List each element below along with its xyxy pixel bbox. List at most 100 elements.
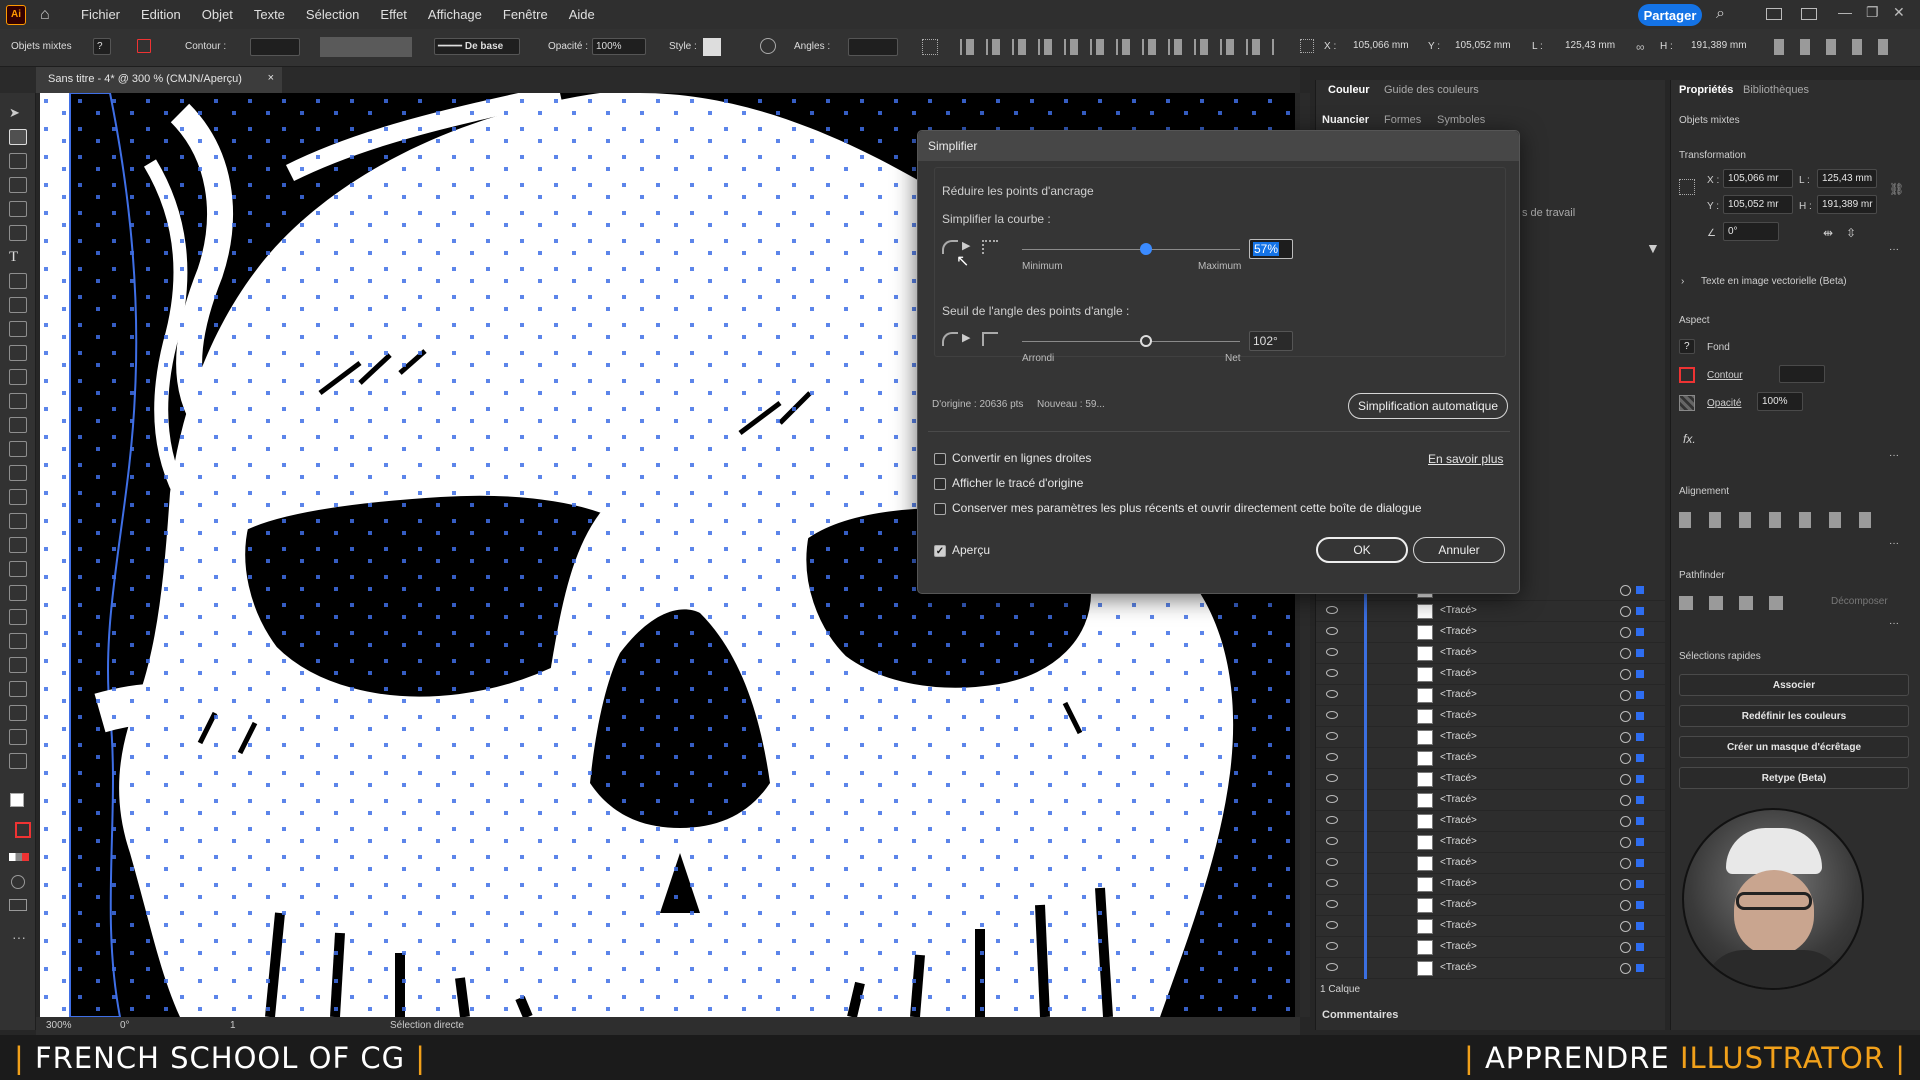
target-circle-icon[interactable] (1620, 711, 1631, 722)
target-circle-icon[interactable] (1620, 627, 1631, 638)
eraser-tool-icon[interactable] (9, 369, 27, 385)
link-icon[interactable]: ∞ (1636, 40, 1645, 54)
layer-row[interactable]: <Tracé> (1316, 643, 1666, 664)
cancel-button[interactable]: Annuler (1413, 537, 1505, 563)
target-circle-icon[interactable] (1620, 669, 1631, 680)
y-input[interactable]: 105,052 mm (1452, 38, 1526, 53)
close-tab-icon[interactable]: × (268, 72, 274, 84)
shape-builder-tool-icon[interactable] (9, 489, 27, 505)
opacity-label[interactable]: Opacité : (548, 41, 588, 52)
preview-checkbox[interactable]: ✓ (934, 545, 946, 557)
layer-row[interactable]: <Tracé> (1316, 958, 1666, 979)
stroke-weight-field[interactable] (1779, 365, 1825, 383)
rectangle-tool-icon[interactable] (9, 297, 27, 313)
layer-row[interactable]: <Tracé> (1316, 622, 1666, 643)
clipping-mask-button[interactable]: Créer un masque d'écrêtage (1679, 736, 1909, 758)
angle-slider-track[interactable] (1022, 341, 1240, 342)
visibility-eye-icon[interactable] (1326, 606, 1338, 614)
curvature-tool-icon[interactable] (9, 225, 27, 241)
width-tool-icon[interactable] (9, 441, 27, 457)
layer-row[interactable]: <Tracé> (1316, 853, 1666, 874)
fill-color-icon[interactable] (10, 793, 24, 807)
stroke-style-dropdown[interactable]: ━━━━ De base (434, 38, 520, 55)
selection-square-icon[interactable] (1636, 775, 1644, 783)
flip-horizontal-icon[interactable]: ⇹ (1823, 226, 1833, 240)
graphic-style-swatch[interactable] (703, 38, 721, 56)
menu-edition[interactable]: Edition (141, 7, 181, 22)
angle-value-input[interactable]: 102° (1249, 331, 1293, 351)
corners-label[interactable]: Angles : (794, 41, 830, 52)
perspective-tool-icon[interactable] (9, 513, 27, 529)
straight-lines-checkbox[interactable] (934, 453, 946, 465)
gradient-tool-icon[interactable] (9, 561, 27, 577)
fill-label[interactable]: Fond (1707, 342, 1730, 353)
eyedropper-tool-icon[interactable] (9, 585, 27, 601)
corners-input[interactable] (848, 38, 898, 56)
layer-row[interactable]: <Tracé> (1316, 916, 1666, 937)
artboard-number[interactable]: 1 (230, 1020, 236, 1031)
selection-square-icon[interactable] (1636, 943, 1644, 951)
target-circle-icon[interactable] (1620, 942, 1631, 953)
visibility-eye-icon[interactable] (1326, 942, 1338, 950)
target-circle-icon[interactable] (1620, 732, 1631, 743)
home-icon[interactable]: ⌂ (40, 6, 60, 24)
layer-row[interactable]: <Tracé> (1316, 895, 1666, 916)
stroke-color-icon[interactable] (15, 822, 31, 838)
layer-row[interactable]: <Tracé> (1316, 706, 1666, 727)
straight-lines-label[interactable]: Convertir en lignes droites (952, 451, 1091, 465)
hand-tool-icon[interactable] (9, 729, 27, 745)
remember-settings-label[interactable]: Conserver mes paramètres les plus récent… (952, 501, 1422, 515)
menu-selection[interactable]: Sélection (306, 7, 359, 22)
symbol-sprayer-tool-icon[interactable] (9, 633, 27, 649)
vector-text-label[interactable]: Texte en image vectorielle (Beta) (1701, 276, 1847, 287)
stroke-weight-input[interactable] (250, 38, 300, 56)
flip-vertical-icon[interactable]: ⇳ (1846, 226, 1856, 240)
layer-row[interactable]: <Tracé> (1316, 748, 1666, 769)
mesh-tool-icon[interactable] (9, 537, 27, 553)
selection-square-icon[interactable] (1636, 880, 1644, 888)
document-tab[interactable]: Sans titre - 4* @ 300 % (CMJN/Aperçu) × (36, 67, 282, 93)
selection-square-icon[interactable] (1636, 586, 1644, 594)
target-circle-icon[interactable] (1620, 795, 1631, 806)
shaper-tool-icon[interactable] (9, 345, 27, 361)
visibility-eye-icon[interactable] (1326, 837, 1338, 845)
tab-symboles[interactable]: Symboles (1437, 114, 1485, 126)
type-tool-icon[interactable]: T (9, 249, 27, 265)
selection-tool-icon[interactable]: ➤ (9, 105, 27, 121)
paintbrush-tool-icon[interactable] (9, 321, 27, 337)
group-button[interactable]: Associer (1679, 674, 1909, 696)
align-to-icon[interactable] (922, 39, 938, 55)
align-buttons-group[interactable] (960, 39, 1278, 55)
target-circle-icon[interactable] (1620, 690, 1631, 701)
stroke-color-swatch[interactable] (1679, 367, 1695, 383)
more-pathfinder-icon[interactable]: ··· (1889, 618, 1899, 629)
selection-square-icon[interactable] (1636, 733, 1644, 741)
reference-point-icon[interactable] (1300, 39, 1314, 53)
selection-square-icon[interactable] (1636, 922, 1644, 930)
layer-row[interactable]: <Tracé> (1316, 832, 1666, 853)
prop-y-input[interactable]: 105,052 mr (1723, 195, 1793, 214)
recolor-icon[interactable] (760, 38, 776, 54)
visibility-eye-icon[interactable] (1326, 816, 1338, 824)
effects-fx-icon[interactable]: fx. (1683, 432, 1696, 446)
show-original-checkbox[interactable] (934, 478, 946, 490)
opacity-input[interactable]: 100% (592, 38, 646, 55)
layer-row[interactable]: <Tracé> (1316, 811, 1666, 832)
w-input[interactable]: 125,43 mm (1562, 38, 1630, 53)
curve-max-icon[interactable] (982, 240, 998, 254)
fill-unknown-icon[interactable]: ? (1679, 339, 1695, 354)
arrange-icon[interactable] (1801, 8, 1817, 20)
selection-square-icon[interactable] (1636, 901, 1644, 909)
expand-chevron-icon[interactable]: › (1681, 276, 1684, 287)
visibility-eye-icon[interactable] (1326, 879, 1338, 887)
angle-round-icon[interactable] (942, 332, 958, 346)
reference-grid-icon[interactable] (1679, 179, 1695, 195)
share-button[interactable]: Partager (1638, 4, 1702, 26)
variable-width-dropdown[interactable] (320, 37, 412, 57)
visibility-eye-icon[interactable] (1326, 648, 1338, 656)
selection-square-icon[interactable] (1636, 607, 1644, 615)
rotation-value[interactable]: 0° (120, 1020, 130, 1031)
tab-proprietes[interactable]: Propriétés (1679, 84, 1733, 96)
visibility-eye-icon[interactable] (1326, 627, 1338, 635)
layer-row[interactable]: <Tracé> (1316, 664, 1666, 685)
